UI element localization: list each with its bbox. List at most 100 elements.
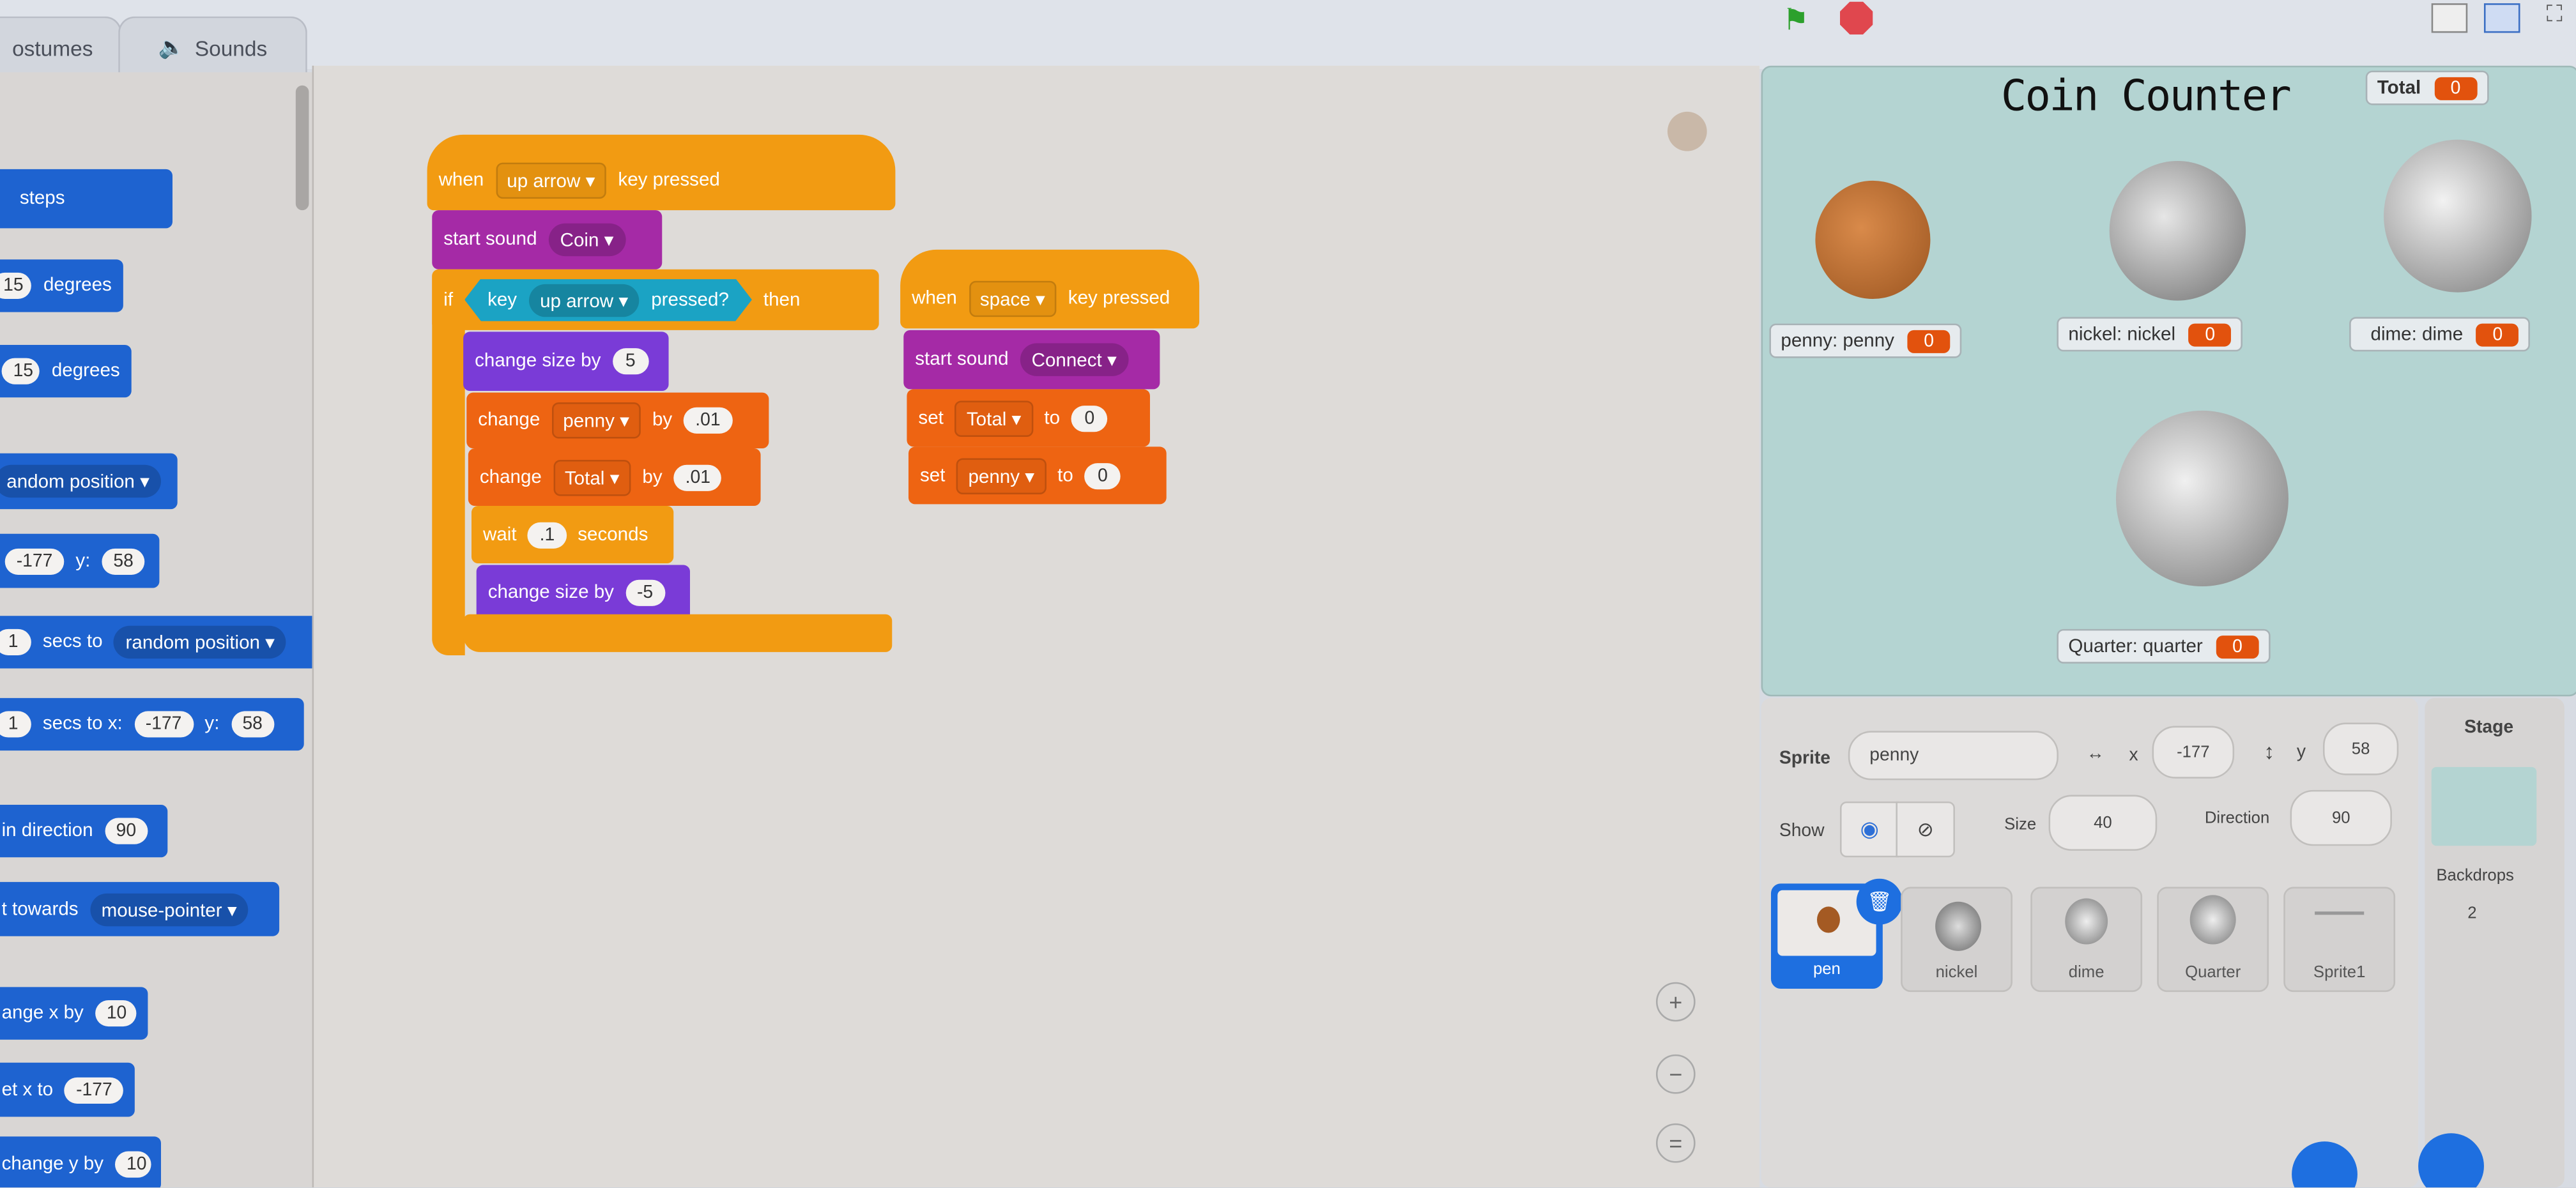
eye-slash-icon[interactable]: ⊘ <box>1896 801 1955 858</box>
palette-block-change-y[interactable]: change y by 10 <box>0 1136 161 1188</box>
key-pressed-sensing-block[interactable]: key up arrow ▾ pressed? <box>464 278 752 321</box>
key-dropdown[interactable]: up arrow ▾ <box>528 284 640 316</box>
sound-dropdown[interactable]: Coin ▾ <box>548 223 625 257</box>
set-variable-block[interactable]: set Total ▾ to 0 <box>907 389 1150 447</box>
nickel-sprite[interactable] <box>2109 160 2246 301</box>
block-input[interactable]: 1 <box>0 628 31 655</box>
block-input[interactable]: 10 <box>115 1150 151 1177</box>
block-text: secs to <box>42 632 103 652</box>
block-text: steps <box>19 188 65 209</box>
palette-block-turn-left[interactable]: 15 degrees <box>0 344 132 398</box>
block-dropdown[interactable]: random position ▾ <box>114 625 287 659</box>
block-text: by <box>652 410 673 430</box>
block-input[interactable]: .01 <box>673 464 723 491</box>
sprite-tile-sprite1[interactable]: Sprite1 <box>2283 887 2396 993</box>
direction-input[interactable]: 90 <box>2290 789 2392 846</box>
zoom-in-icon[interactable]: + <box>1655 982 1696 1022</box>
block-text: in direction <box>1 821 93 841</box>
tab-sounds[interactable]: 🔈 Sounds <box>118 16 307 77</box>
dropdown-value: mouse-pointer <box>101 901 222 921</box>
palette-block-move[interactable]: steps <box>0 169 172 229</box>
palette-block-change-x[interactable]: ange x by 10 <box>0 987 148 1040</box>
block-input[interactable]: 1 <box>0 711 31 738</box>
wait-block[interactable]: wait .1 seconds <box>471 505 674 563</box>
key-dropdown[interactable]: space ▾ <box>968 280 1057 317</box>
monitor-dime: dime: dime 0 <box>2349 317 2531 352</box>
trash-icon[interactable]: 🗑 <box>1856 878 1903 925</box>
dropdown-value: Connect <box>1031 351 1102 372</box>
palette-block-turn-right[interactable]: 15 degrees <box>0 259 123 312</box>
dropdown-value: Total <box>966 409 1007 430</box>
sprite-tile-label: Sprite1 <box>2313 964 2366 982</box>
block-input[interactable]: -177 <box>4 547 65 574</box>
monitor-quarter: Quarter: quarter 0 <box>2057 628 2271 664</box>
block-input[interactable]: .1 <box>528 521 567 548</box>
palette-block-point-in-direction[interactable]: in direction 90 <box>0 804 168 858</box>
quarter-sprite[interactable] <box>2115 410 2288 586</box>
sprite-name-input[interactable]: penny <box>1848 731 2058 781</box>
block-input[interactable]: 58 <box>102 547 145 574</box>
green-flag-icon[interactable]: ⚑ <box>1782 3 1809 38</box>
start-sound-block[interactable]: start sound Connect ▾ <box>903 330 1160 390</box>
block-input[interactable]: 90 <box>104 818 148 844</box>
change-variable-block[interactable]: change penny ▾ by .01 <box>466 392 769 448</box>
sound-dropdown[interactable]: Connect ▾ <box>1020 343 1128 376</box>
start-sound-block[interactable]: start sound Coin ▾ <box>432 210 663 270</box>
size-input[interactable]: 40 <box>2048 795 2158 851</box>
palette-scrollbar[interactable] <box>295 85 309 211</box>
stop-icon[interactable] <box>1839 1 1873 34</box>
block-text: y: <box>75 551 91 571</box>
stage-thumbnail[interactable] <box>2431 766 2537 846</box>
block-input[interactable]: 0 <box>1084 462 1121 489</box>
sprite-tile-nickel[interactable]: nickel <box>1901 887 2012 993</box>
variable-dropdown[interactable]: Total ▾ <box>954 400 1033 436</box>
palette-block-go-to-xy[interactable]: -177 y: 58 <box>0 533 160 588</box>
block-input[interactable]: 15 <box>1 358 40 385</box>
block-input[interactable]: -177 <box>134 711 194 738</box>
eye-icon[interactable]: ◉ <box>1839 801 1899 858</box>
penny-sprite[interactable] <box>1815 180 1931 299</box>
key-dropdown[interactable]: up arrow ▾ <box>495 162 607 199</box>
block-dropdown[interactable]: andom position ▾ <box>0 464 161 498</box>
block-input[interactable]: 0 <box>1071 404 1108 431</box>
sprite-name-label: Sprite <box>1779 749 1831 769</box>
block-input[interactable]: 10 <box>95 1000 137 1027</box>
palette-block-glide-to-xy[interactable]: 1 secs to x: -177 y: 58 <box>0 697 304 751</box>
variable-dropdown[interactable]: penny ▾ <box>551 402 641 439</box>
change-size-block[interactable]: change size by 5 <box>463 331 669 391</box>
block-input[interactable]: -5 <box>625 579 665 606</box>
if-then-block[interactable]: if key up arrow ▾ pressed? then <box>432 269 879 330</box>
block-input[interactable]: -177 <box>65 1076 123 1103</box>
tab-costumes[interactable]: ostumes <box>0 16 122 77</box>
if-block-end <box>463 614 893 652</box>
zoom-out-icon[interactable]: − <box>1655 1054 1696 1094</box>
sprite-tile-quarter[interactable]: Quarter <box>2157 887 2269 993</box>
block-input[interactable]: 5 <box>612 348 648 375</box>
when-key-pressed-hat[interactable]: when up arrow ▾ key pressed <box>427 134 896 211</box>
change-size-block[interactable]: change size by -5 <box>476 565 690 621</box>
small-stage-button[interactable] <box>2431 3 2468 33</box>
y-label: y <box>2296 742 2306 763</box>
block-input[interactable]: 15 <box>0 272 32 299</box>
y-arrows-icon: ↕ <box>2264 739 2275 764</box>
block-input[interactable]: 58 <box>231 711 274 738</box>
monitor-value: 0 <box>2216 634 2259 658</box>
sprite-tile-dime[interactable]: dime <box>2030 887 2143 993</box>
palette-block-point-towards[interactable]: t towards mouse-pointer ▾ <box>0 881 280 936</box>
zoom-reset-icon[interactable]: = <box>1655 1123 1696 1163</box>
set-variable-block[interactable]: set penny ▾ to 0 <box>908 446 1167 505</box>
palette-block-go-to[interactable]: andom position ▾ <box>0 453 178 510</box>
y-input[interactable]: 58 <box>2322 722 2399 775</box>
variable-dropdown[interactable]: Total ▾ <box>553 459 631 496</box>
variable-dropdown[interactable]: penny ▾ <box>956 457 1046 494</box>
palette-block-glide-to[interactable]: 1 secs to random position ▾ <box>0 616 324 669</box>
palette-block-set-x[interactable]: et x to -177 <box>0 1062 135 1117</box>
change-variable-block[interactable]: change Total ▾ by .01 <box>468 448 761 506</box>
x-input[interactable]: -177 <box>2152 726 2235 779</box>
large-stage-button[interactable] <box>2483 3 2520 33</box>
block-input[interactable]: .01 <box>684 407 732 434</box>
dime-sprite[interactable] <box>2384 139 2532 293</box>
when-key-pressed-hat[interactable]: when space ▾ key pressed <box>900 249 1200 329</box>
fullscreen-icon[interactable]: ⛶ <box>2547 0 2563 28</box>
block-dropdown[interactable]: mouse-pointer ▾ <box>89 892 249 925</box>
